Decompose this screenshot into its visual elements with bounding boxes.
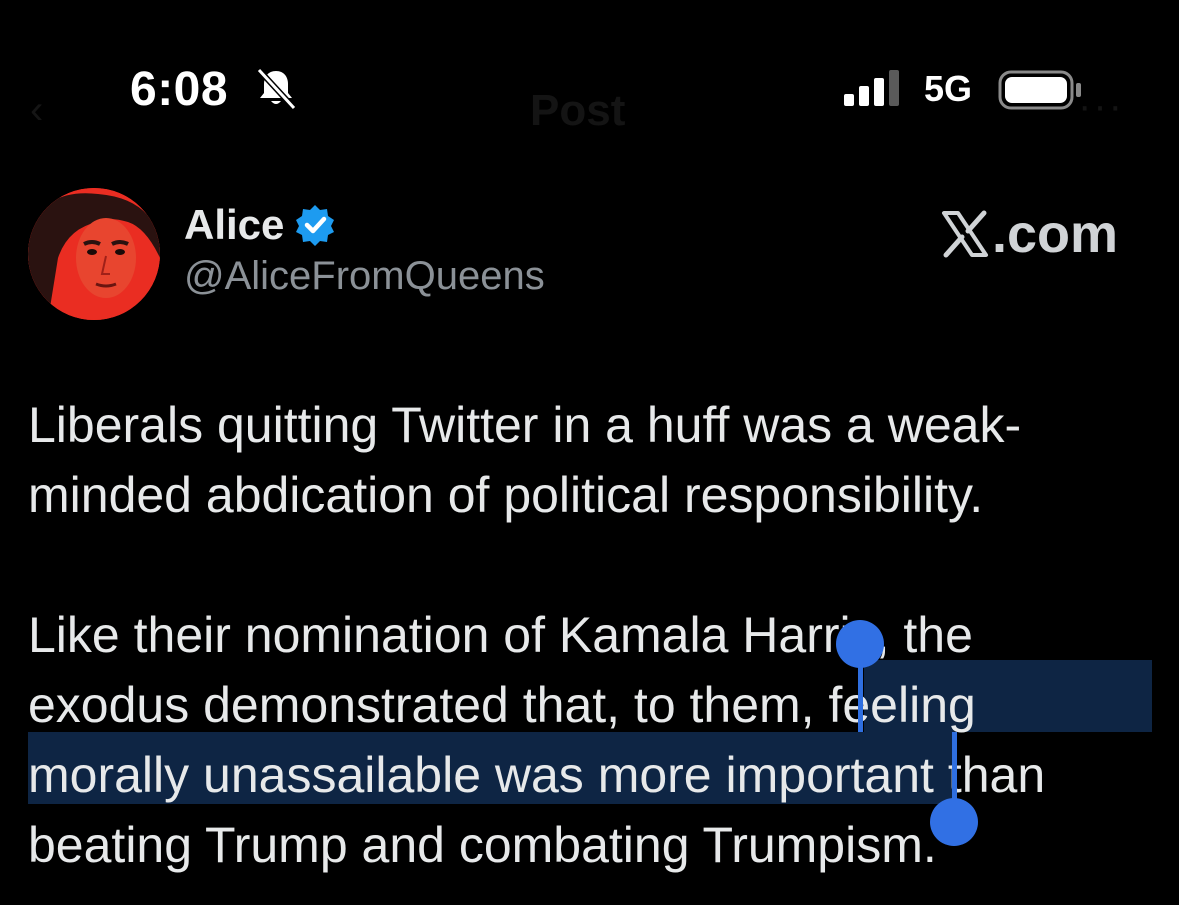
watermark-text: .com bbox=[992, 204, 1119, 264]
network-type: 5G bbox=[924, 68, 973, 109]
avatar[interactable] bbox=[28, 188, 160, 320]
selection-start-handle[interactable] bbox=[836, 620, 884, 668]
post-text-line[interactable]: Like their nomination of Kamala Harris, … bbox=[28, 600, 973, 670]
more-options-icon[interactable]: ··· bbox=[1078, 84, 1124, 129]
x-logo-icon bbox=[942, 210, 988, 258]
post-text-line[interactable]: Liberals quitting Twitter in a huff was … bbox=[28, 390, 1021, 460]
post-text-line[interactable]: beating Trump and combating Trumpism. bbox=[28, 810, 937, 880]
watermark: .com bbox=[940, 204, 1118, 264]
verified-badge-icon bbox=[296, 205, 335, 246]
author-handle[interactable]: @AliceFromQueens bbox=[184, 254, 545, 299]
battery-icon bbox=[998, 70, 1081, 110]
signal-icon bbox=[844, 70, 899, 106]
back-icon[interactable]: ‹ bbox=[30, 88, 43, 133]
post-text-line[interactable]: morally unassailable was more important … bbox=[28, 740, 1045, 810]
avatar-portrait-icon bbox=[28, 188, 160, 320]
author-display-name[interactable]: Alice bbox=[184, 201, 284, 249]
selection-end-handle[interactable] bbox=[930, 798, 978, 846]
post-text-line[interactable]: exodus demonstrated that, to them, feeli… bbox=[28, 670, 976, 740]
nav-title: Post bbox=[530, 86, 626, 135]
status-time: 6:08 bbox=[130, 63, 229, 116]
status-bar: ‹ Post ··· 6:08 5G bbox=[0, 0, 1179, 180]
selection-end-handle-bar[interactable] bbox=[952, 732, 957, 806]
post-text-line[interactable]: minded abdication of political responsib… bbox=[28, 460, 983, 530]
bell-slash-icon bbox=[256, 67, 297, 110]
author-name-row[interactable]: Alice bbox=[184, 200, 336, 250]
